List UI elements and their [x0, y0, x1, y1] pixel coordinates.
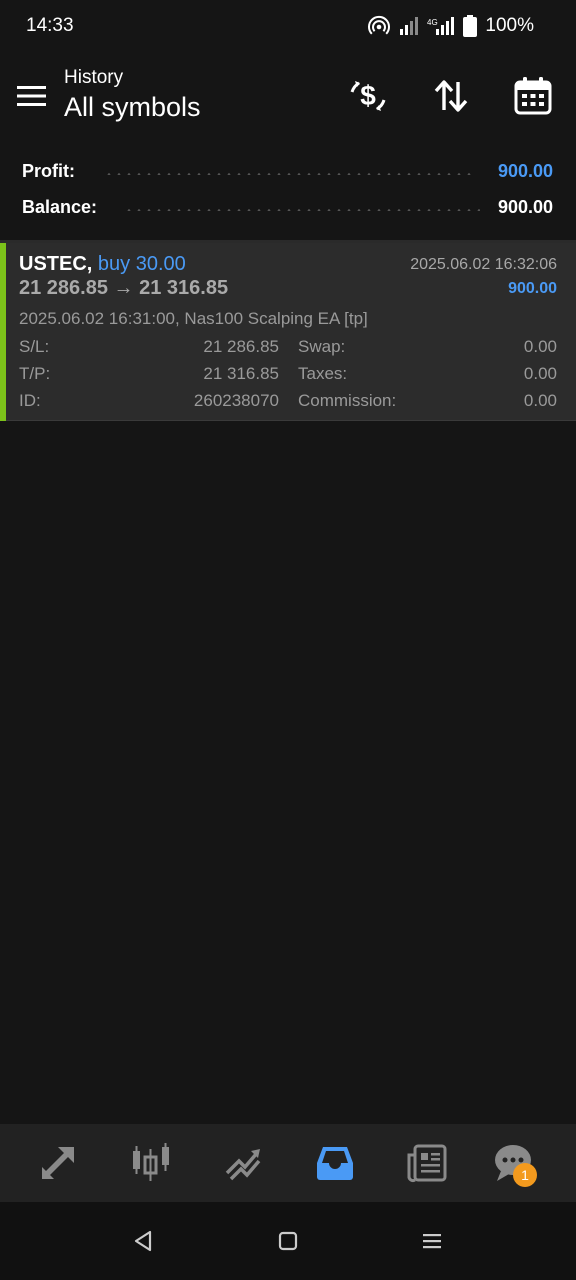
calendar-button[interactable] — [511, 74, 555, 118]
trade-icon — [225, 1149, 261, 1181]
nav-quotes[interactable] — [33, 1138, 83, 1188]
deal-side-volume: buy 30.00 — [97, 253, 186, 275]
sl-label: S/L: — [19, 337, 50, 356]
deal-title: USTEC, buy 30.00 — [19, 253, 186, 276]
deal-item[interactable]: USTEC, buy 30.00 21 286.85 → 21 316.85 2… — [0, 243, 576, 421]
app-header: History All symbols $ — [0, 52, 576, 148]
svg-text:$: $ — [360, 80, 376, 111]
chart-icon — [133, 1143, 169, 1181]
currency-exchange-button[interactable]: $ — [346, 74, 390, 118]
currency-exchange-icon: $ — [350, 80, 386, 111]
status-icons: 4G 100% — [367, 13, 534, 39]
history-screen: 14:33 4G 100% History All symbols $ Prof… — [0, 0, 576, 1280]
taxes-label: Taxes: — [298, 364, 348, 383]
deal-detail-row: T/P: 21 316.85 Taxes: 0.00 — [0, 364, 576, 388]
sort-icon — [434, 80, 468, 112]
sl-value: 21 286.85 — [203, 337, 279, 356]
system-home-button[interactable] — [273, 1226, 303, 1256]
deal-close-time: 2025.06.02 16:32:06 — [410, 256, 557, 273]
nav-chat[interactable]: 1 — [488, 1138, 538, 1188]
nav-trade[interactable] — [218, 1138, 268, 1188]
symbol-filter-title[interactable]: All symbols — [64, 90, 201, 124]
page-subtitle: History — [64, 67, 124, 88]
deal-symbol: USTEC, — [19, 253, 93, 275]
swap-value: 0.00 — [523, 337, 557, 356]
recents-menu-icon — [423, 1234, 441, 1249]
signal-4g-icon: 4G — [427, 16, 455, 36]
balance-value: 900.00 — [497, 197, 553, 217]
price-close: 21 316.85 — [139, 277, 229, 299]
home-icon — [278, 1231, 298, 1251]
deal-profit: 900.00 — [508, 280, 557, 297]
battery-percent: 100% — [485, 15, 534, 36]
profit-row: Profit: 900.00 — [0, 155, 576, 191]
sort-button[interactable] — [429, 74, 473, 118]
balance-row: Balance: 900.00 — [0, 191, 576, 227]
history-summary: Profit: 900.00 Balance: 900.00 — [0, 155, 576, 227]
price-open: 21 286.85 — [19, 277, 108, 299]
id-value: 260238070 — [193, 391, 279, 410]
menu-button[interactable] — [14, 78, 50, 114]
hotspot-icon — [367, 14, 391, 38]
system-back-button[interactable] — [128, 1226, 158, 1256]
commission-label: Commission: — [298, 391, 397, 410]
nav-history[interactable] — [310, 1138, 360, 1188]
dotted-leader — [124, 209, 480, 211]
balance-label: Balance: — [22, 197, 98, 217]
quotes-icon — [42, 1147, 74, 1179]
commission-value: 0.00 — [523, 391, 557, 410]
tp-value: 21 316.85 — [203, 364, 279, 383]
price-arrow: → — [113, 277, 134, 299]
svg-text:4G: 4G — [427, 18, 438, 27]
system-recents-button[interactable] — [417, 1226, 447, 1256]
swap-label: Swap: — [298, 337, 346, 356]
deal-detail-row: S/L: 21 286.85 Swap: 0.00 — [0, 337, 576, 361]
system-nav-bar — [0, 1202, 576, 1280]
back-icon — [134, 1230, 152, 1252]
nav-news[interactable] — [402, 1138, 452, 1188]
deal-detail-row: ID: 260238070 Commission: 0.00 — [0, 391, 576, 415]
status-bar: 14:33 4G 100% — [0, 0, 576, 52]
history-icon — [317, 1147, 353, 1180]
taxes-value: 0.00 — [523, 364, 557, 383]
calendar-icon — [514, 77, 552, 115]
id-label: ID: — [19, 391, 41, 410]
battery-icon — [463, 15, 478, 37]
chat-notification-badge: 1 — [513, 1163, 537, 1187]
status-time: 14:33 — [26, 15, 74, 36]
news-icon — [407, 1144, 447, 1183]
deal-comment: 2025.06.02 16:31:00, Nas100 Scalping EA … — [19, 309, 368, 328]
signal-icon — [399, 16, 419, 36]
bottom-nav: 1 — [0, 1124, 576, 1202]
tp-label: T/P: — [19, 364, 51, 383]
nav-chart[interactable] — [126, 1138, 176, 1188]
menu-icon — [17, 86, 46, 106]
profit-label: Profit: — [22, 161, 75, 181]
deal-prices: 21 286.85 → 21 316.85 — [19, 277, 228, 300]
dotted-leader — [104, 173, 474, 175]
title-block[interactable]: History All symbols — [64, 67, 201, 124]
profit-value: 900.00 — [497, 161, 553, 181]
